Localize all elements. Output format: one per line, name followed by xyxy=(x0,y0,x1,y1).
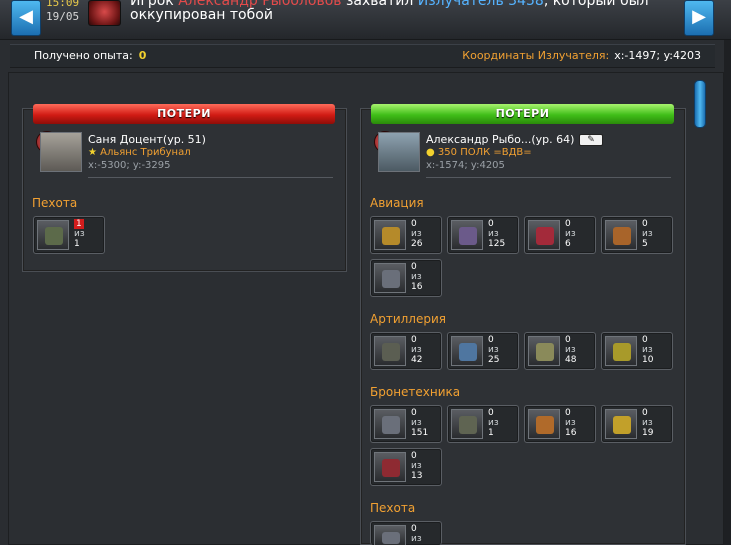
aircraft-icon xyxy=(374,263,406,293)
unit-card[interactable]: 0 из 48 xyxy=(524,332,596,370)
experience-value: 0 xyxy=(138,49,147,62)
report-date: 19/05 xyxy=(46,10,80,23)
category-title: Артиллерия xyxy=(370,312,446,326)
defender-avatar[interactable] xyxy=(40,132,82,172)
report-message: Игрок Александр Рыболовов захватил Излуч… xyxy=(130,0,670,22)
top-bar: ◀ 15:09 19/05 Игрок Александр Рыболовов … xyxy=(0,0,731,40)
report-time: 15:09 xyxy=(46,0,80,9)
category-title: Пехота xyxy=(32,196,78,210)
defender-name[interactable]: Саня Доцент(ур. 51) xyxy=(88,133,206,146)
unit-card[interactable]: 0 из 25 xyxy=(447,332,519,370)
aircraft-icon xyxy=(605,220,637,250)
unit-lost: 1 xyxy=(74,219,84,229)
emitter-coordinates: Координаты Излучателя: x:-1497; y:4203 xyxy=(462,49,701,62)
armor-icon xyxy=(528,409,560,439)
scroll-track[interactable] xyxy=(724,40,731,545)
unit-card[interactable]: 0 из 1 xyxy=(447,405,519,443)
armor-icon xyxy=(374,409,406,439)
unit-card[interactable]: 0 из xyxy=(370,521,442,545)
unit-card[interactable]: 0 из 125 xyxy=(447,216,519,254)
experience-info: Получено опыта: 0 xyxy=(34,49,147,62)
aircraft-icon xyxy=(451,220,483,250)
artillery-icon xyxy=(374,336,406,366)
unit-card[interactable]: 0 из 151 xyxy=(370,405,442,443)
unit-card[interactable]: 0 из 10 xyxy=(601,332,673,370)
scrollbar-thumb[interactable] xyxy=(694,80,706,128)
unit-card[interactable]: 0 из 19 xyxy=(601,405,673,443)
next-report-button[interactable]: ▶ xyxy=(684,0,714,36)
aircraft-icon xyxy=(528,220,560,250)
unit-card[interactable]: 1 из 1 xyxy=(33,216,105,254)
unit-card[interactable]: 0 из 16 xyxy=(370,259,442,297)
infantry-icon xyxy=(37,220,69,250)
edit-icon[interactable]: ✎ xyxy=(579,134,603,146)
attacker-coordinates: x:-1574; y:4205 xyxy=(426,160,505,171)
chevron-left-icon: ◀ xyxy=(19,6,33,27)
armor-icon xyxy=(605,409,637,439)
attacker-name[interactable]: Александр Рыбо...(ур. 64) xyxy=(426,133,574,146)
aircraft-icon xyxy=(374,220,406,250)
category-title: Бронетехника xyxy=(370,385,461,399)
summary-bar: Получено опыта: 0 Координаты Излучателя: x… xyxy=(10,44,715,68)
defender-clan[interactable]: ★ Альянс Трибунал xyxy=(88,147,191,158)
armor-icon xyxy=(451,409,483,439)
chevron-right-icon: ▶ xyxy=(692,6,706,27)
category-title: Пехота xyxy=(370,501,416,515)
capture-emblem-icon xyxy=(88,0,121,26)
attacker-clan[interactable]: ● 350 ПОЛК =ВДВ= xyxy=(426,147,532,158)
defender-coordinates: x:-5300; y:-3295 xyxy=(88,160,171,171)
attacker-losses-header: ПОТЕРИ xyxy=(371,104,674,124)
artillery-icon xyxy=(451,336,483,366)
prev-report-button[interactable]: ◀ xyxy=(11,0,41,36)
emitter-link[interactable]: Излучатель 3458 xyxy=(418,0,544,9)
attacker-avatar[interactable] xyxy=(378,132,420,172)
unit-card[interactable]: 0 из 5 xyxy=(601,216,673,254)
category-title: Авиация xyxy=(370,196,424,210)
star-icon: ★ xyxy=(88,147,97,158)
artillery-icon xyxy=(528,336,560,366)
unit-card[interactable]: 0 из 16 xyxy=(524,405,596,443)
divider xyxy=(426,177,671,178)
unit-card[interactable]: 0 из 26 xyxy=(370,216,442,254)
infantry-icon xyxy=(374,525,406,545)
divider xyxy=(88,177,333,178)
defender-losses-header: ПОТЕРИ xyxy=(33,104,335,124)
armor-icon xyxy=(374,452,406,482)
emitter-coordinates-value: x:-1497; y:4203 xyxy=(614,49,701,62)
unit-card[interactable]: 0 из 13 xyxy=(370,448,442,486)
unit-card[interactable]: 0 из 42 xyxy=(370,332,442,370)
clan-emblem-icon: ● xyxy=(426,147,435,158)
artillery-icon xyxy=(605,336,637,366)
unit-card[interactable]: 0 из 6 xyxy=(524,216,596,254)
